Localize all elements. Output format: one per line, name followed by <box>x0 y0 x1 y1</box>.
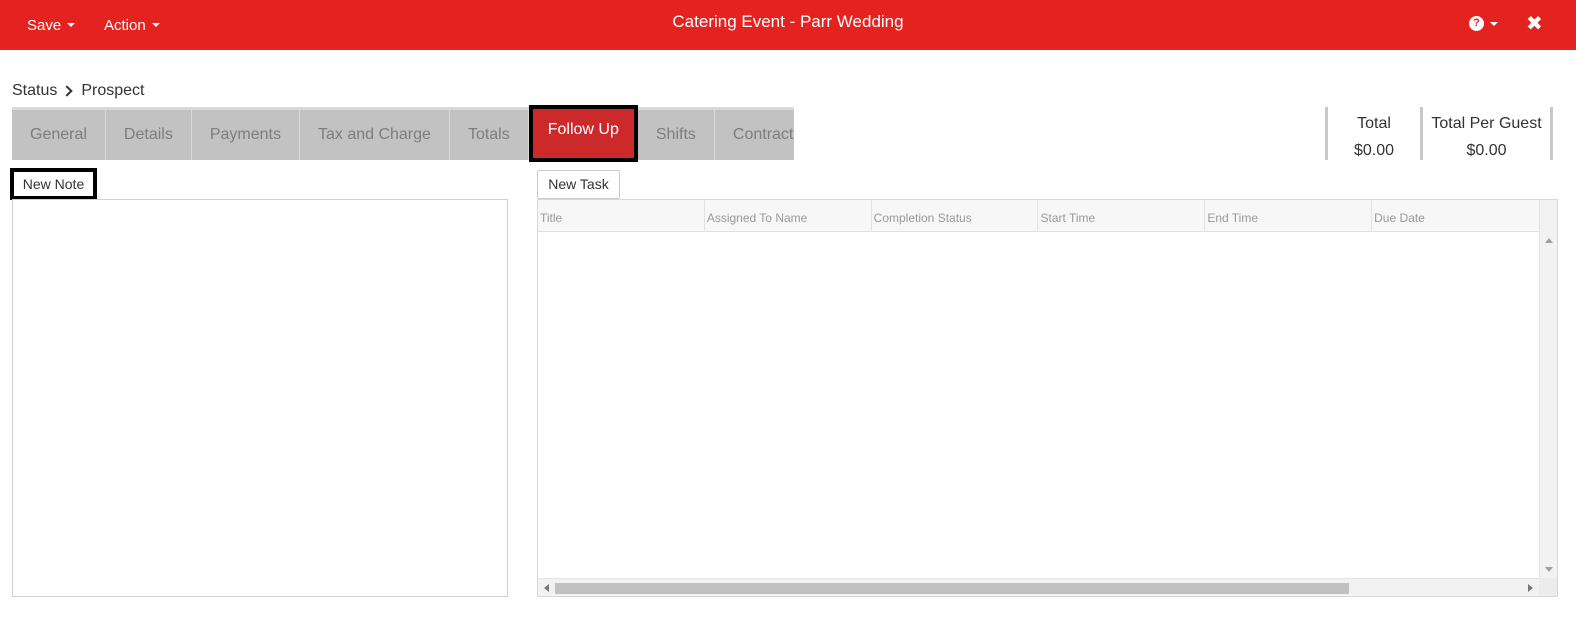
scroll-left-icon[interactable] <box>544 584 549 592</box>
tab-general[interactable]: General <box>12 110 106 160</box>
close-icon[interactable]: ✖ <box>1526 11 1543 36</box>
total-box: Total $0.00 <box>1325 107 1420 160</box>
column-header-title[interactable]: Title <box>538 200 705 232</box>
tab-payments[interactable]: Payments <box>192 110 300 160</box>
scroll-right-icon[interactable] <box>1528 584 1533 592</box>
totals-summary: Total $0.00 Total Per Guest $0.00 <box>1325 107 1553 160</box>
scroll-down-icon[interactable] <box>1545 567 1553 572</box>
horizontal-scrollbar[interactable] <box>538 578 1539 596</box>
scroll-up-icon[interactable] <box>1545 238 1553 243</box>
help-menu-button[interactable]: ? <box>1469 16 1498 31</box>
column-header-due-date[interactable]: Due Date <box>1372 200 1539 232</box>
tab-bar: General Details Payments Tax and Charge … <box>12 105 794 162</box>
question-circle-icon: ? <box>1469 16 1484 31</box>
tab-contract[interactable]: Contract <box>715 110 811 160</box>
column-header-end-time[interactable]: End Time <box>1205 200 1373 232</box>
window-title: Catering Event - Parr Wedding <box>672 12 904 31</box>
tab-tax-and-charge[interactable]: Tax and Charge <box>300 110 450 160</box>
tab-follow-up[interactable]: Follow Up <box>528 105 638 162</box>
tasks-grid: Title Assigned To Name Completion Status… <box>537 199 1558 597</box>
status-breadcrumb: Status Prospect <box>12 82 145 100</box>
tab-details[interactable]: Details <box>106 110 192 160</box>
caret-down-icon <box>1490 21 1498 26</box>
new-note-button[interactable]: New Note <box>10 168 97 200</box>
scrollbar-thumb[interactable] <box>555 583 1349 594</box>
top-bar: Save Action Catering Event - Parr Weddin… <box>0 0 1576 50</box>
tab-shifts[interactable]: Shifts <box>638 110 715 160</box>
total-per-guest-box: Total Per Guest $0.00 <box>1420 107 1553 160</box>
new-task-button[interactable]: New Task <box>537 170 620 199</box>
total-per-guest-value: $0.00 <box>1466 142 1507 159</box>
scrollbar-corner <box>1539 578 1557 596</box>
column-header-assigned-to-name[interactable]: Assigned To Name <box>705 200 872 232</box>
total-label: Total <box>1357 115 1391 132</box>
column-header-start-time[interactable]: Start Time <box>1038 200 1206 232</box>
breadcrumb-status-label: Status <box>12 82 58 99</box>
notes-panel[interactable] <box>12 199 508 597</box>
column-header-completion-status[interactable]: Completion Status <box>872 200 1039 232</box>
vertical-scrollbar[interactable] <box>1539 200 1557 580</box>
breadcrumb-status-value[interactable]: Prospect <box>81 82 144 100</box>
total-per-guest-label: Total Per Guest <box>1431 115 1542 132</box>
chevron-right-icon <box>61 85 74 97</box>
grid-header: Title Assigned To Name Completion Status… <box>538 200 1539 232</box>
total-value: $0.00 <box>1353 142 1395 159</box>
tab-totals[interactable]: Totals <box>450 110 529 160</box>
